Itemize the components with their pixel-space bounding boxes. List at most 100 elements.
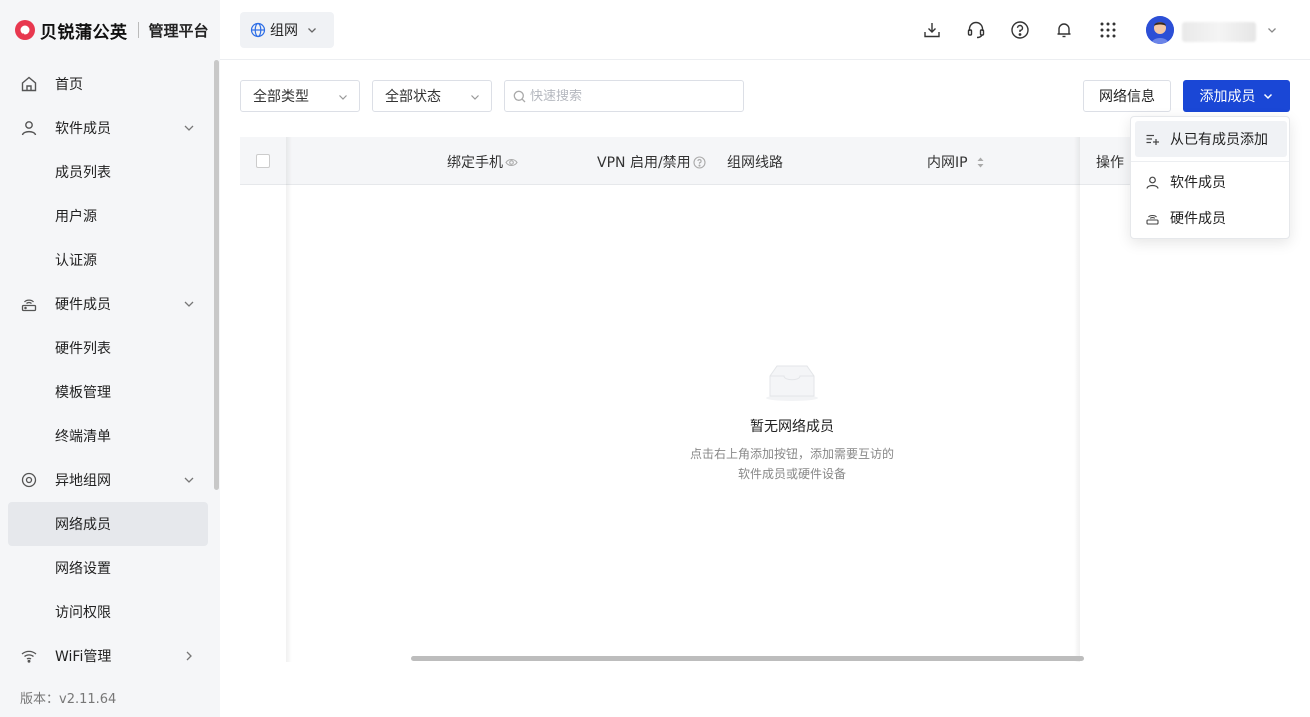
dropdown-item-hardware-member[interactable]: 硬件成员	[1135, 200, 1287, 236]
fixed-column-shadow-left	[286, 137, 292, 662]
add-member-label: 添加成员	[1199, 89, 1256, 105]
chevron-down-icon	[182, 473, 196, 487]
add-member-dropdown: 从已有成员添加 软件成员 硬件成员	[1130, 116, 1290, 239]
dropdown-item-label: 软件成员	[1170, 175, 1226, 191]
sidebar-item-network-members[interactable]: 网络成员	[8, 502, 208, 546]
empty-state-description: 点击右上角添加按钮，添加需要互访的 软件成员或硬件设备	[670, 444, 914, 484]
sidebar-item-auth-source[interactable]: 认证源	[8, 238, 208, 282]
sidebar-item-label: 网络成员	[55, 517, 111, 533]
list-add-icon	[1145, 132, 1160, 147]
column-header-lan-ip: 内网IP	[927, 152, 987, 172]
app-logo[interactable]: 贝锐蒲公英 管理平台	[14, 16, 209, 44]
sidebar-item-hardware-list[interactable]: 硬件列表	[8, 326, 208, 370]
sidebar-item-access-permissions[interactable]: 访问权限	[8, 590, 208, 634]
chevron-down-icon	[182, 297, 196, 311]
column-header-vpn: VPN 启用/禁用	[597, 152, 706, 172]
chevron-down-icon	[1262, 90, 1274, 102]
quick-search[interactable]	[504, 80, 744, 112]
sidebar-item-label: 首页	[55, 77, 83, 93]
version-label: 版本：v2.11.64	[20, 692, 117, 707]
wifi-icon	[20, 647, 38, 665]
chevron-down-icon	[469, 91, 481, 103]
sidebar-item-label: 模板管理	[55, 385, 111, 401]
brand-logo-icon	[14, 19, 36, 41]
sidebar-item-template-management[interactable]: 模板管理	[8, 370, 208, 414]
router-icon	[20, 295, 38, 313]
dropdown-item-label: 从已有成员添加	[1170, 132, 1268, 148]
column-label: 内网IP	[927, 155, 968, 171]
search-input[interactable]	[530, 88, 730, 104]
network-icon	[20, 471, 38, 489]
dropdown-item-add-existing[interactable]: 从已有成员添加	[1135, 121, 1287, 157]
download-icon[interactable]	[922, 20, 942, 40]
avatar[interactable]	[1146, 16, 1174, 44]
globe-icon	[250, 22, 266, 38]
add-member-button[interactable]: 添加成员	[1183, 80, 1290, 112]
sidebar-item-label: 用户源	[55, 209, 97, 225]
sidebar-scrollbar[interactable]	[214, 60, 219, 490]
column-header-route: 组网线路	[727, 152, 783, 172]
dropdown-item-label: 硬件成员	[1170, 211, 1226, 227]
sidebar-item-terminal-list[interactable]: 终端清单	[8, 414, 208, 458]
status-filter-select[interactable]: 全部状态	[372, 80, 492, 112]
help-icon[interactable]	[693, 155, 706, 169]
bell-icon[interactable]	[1054, 20, 1074, 40]
column-label: 组网线路	[727, 155, 783, 171]
home-icon	[20, 75, 38, 93]
user-icon	[20, 119, 38, 137]
network-info-button[interactable]: 网络信息	[1083, 80, 1171, 112]
empty-desc-line: 软件成员或硬件设备	[737, 467, 846, 481]
table-horizontal-scrollbar[interactable]	[411, 656, 1084, 661]
sidebar-item-software-members[interactable]: 软件成员	[8, 106, 208, 150]
chevron-down-icon[interactable]	[1266, 24, 1278, 36]
column-label: 绑定手机	[447, 155, 503, 171]
sidebar-item-label: 硬件成员	[55, 297, 111, 313]
status-filter-value: 全部状态	[385, 89, 441, 105]
type-filter-select[interactable]: 全部类型	[240, 80, 360, 112]
sidebar-item-network-settings[interactable]: 网络设置	[8, 546, 208, 590]
chevron-down-icon	[306, 24, 318, 36]
sidebar-item-member-list[interactable]: 成员列表	[8, 150, 208, 194]
user-name-redacted[interactable]	[1182, 22, 1256, 42]
sidebar-item-hardware-members[interactable]: 硬件成员	[8, 282, 208, 326]
chevron-right-icon	[182, 649, 196, 663]
sidebar-item-label: 成员列表	[55, 165, 111, 181]
headset-icon[interactable]	[966, 20, 986, 40]
select-all-checkbox[interactable]	[256, 154, 270, 168]
eye-icon[interactable]	[505, 156, 518, 169]
help-icon[interactable]	[1010, 20, 1030, 40]
fixed-column-shadow-right	[1074, 137, 1080, 662]
empty-state-title: 暂无网络成员	[750, 419, 834, 435]
column-label: VPN 启用/禁用	[597, 155, 691, 171]
platform-title: 管理平台	[148, 21, 209, 40]
sidebar-item-label: 异地组网	[55, 473, 111, 489]
sidebar-nav: 首页 软件成员 成员列表 用户源 认证源 硬件成员 硬件列表 模板管理 终端清单…	[8, 62, 208, 678]
sidebar-item-label: 硬件列表	[55, 341, 111, 357]
sidebar-item-label: WiFi管理	[55, 649, 112, 665]
empty-desc-line: 点击右上角添加按钮，添加需要互访的	[689, 447, 894, 461]
dropdown-divider	[1131, 161, 1289, 162]
column-header-actions: 操作	[1096, 152, 1124, 172]
sidebar-item-user-source[interactable]: 用户源	[8, 194, 208, 238]
chevron-down-icon	[182, 121, 196, 135]
sidebar-item-home[interactable]: 首页	[8, 62, 208, 106]
sort-icon[interactable]	[974, 156, 987, 169]
type-filter-value: 全部类型	[253, 89, 309, 105]
network-info-label: 网络信息	[1099, 89, 1155, 105]
chevron-down-icon	[337, 91, 349, 103]
sidebar-item-label: 终端清单	[55, 429, 111, 445]
top-header: 组网	[220, 0, 1310, 60]
sidebar-item-remote-networking[interactable]: 异地组网	[8, 458, 208, 502]
search-icon	[513, 90, 526, 103]
apps-grid-icon[interactable]	[1098, 20, 1118, 40]
column-label: 操作	[1096, 155, 1124, 171]
sidebar-item-label: 认证源	[55, 253, 97, 269]
network-selector[interactable]: 组网	[240, 12, 334, 48]
network-selector-label: 组网	[270, 23, 298, 39]
sidebar-item-label: 访问权限	[55, 605, 111, 621]
dropdown-item-software-member[interactable]: 软件成员	[1135, 164, 1287, 200]
column-header-bound-phone: 绑定手机	[447, 152, 518, 172]
empty-box-icon	[762, 362, 822, 402]
sidebar-item-wifi-management[interactable]: WiFi管理	[8, 634, 208, 678]
sidebar-item-label: 网络设置	[55, 561, 111, 577]
